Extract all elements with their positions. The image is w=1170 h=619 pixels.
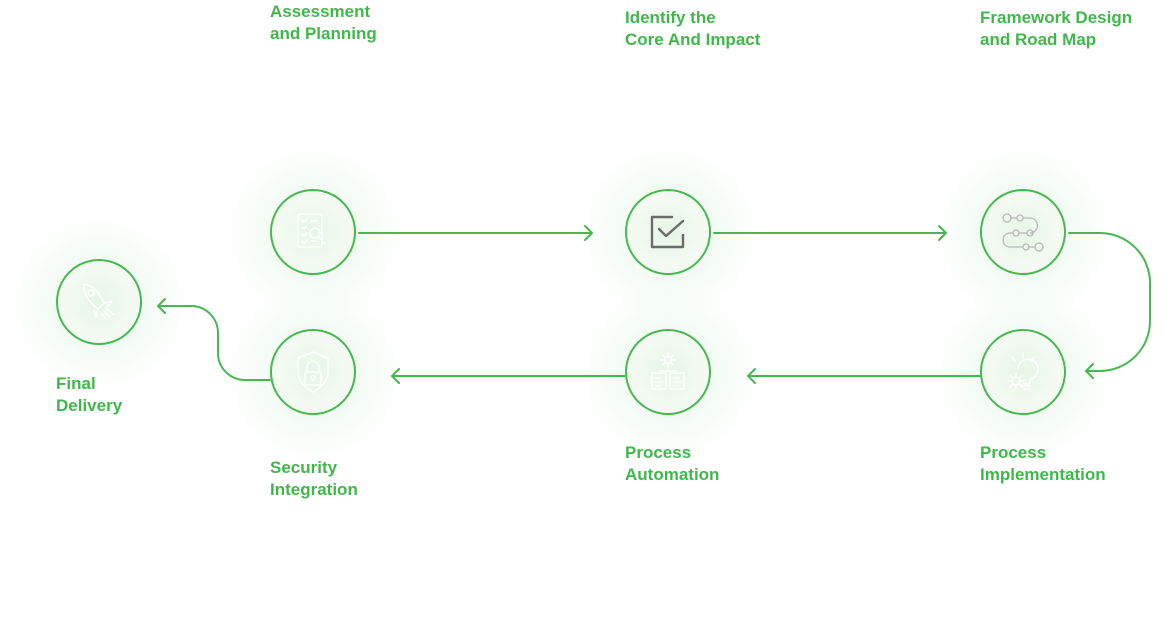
gear-documents-icon bbox=[651, 352, 685, 390]
step-node-framework[interactable] bbox=[980, 189, 1066, 275]
step-node-assessment[interactable] bbox=[270, 189, 356, 275]
step-label-automation: Process Automation bbox=[625, 443, 720, 484]
step-label-identify: Identify the Core And Impact bbox=[625, 8, 761, 49]
flow-connectors bbox=[157, 225, 1151, 384]
step-label-implementation: Process Implementation bbox=[980, 443, 1106, 484]
step-label-delivery: Final Delivery bbox=[56, 374, 123, 415]
gear-lightbulb-icon bbox=[1007, 352, 1039, 390]
step-label-assessment: Assessment and Planning bbox=[270, 2, 377, 43]
step-label-security: Security Integration bbox=[270, 458, 358, 499]
checkbox-checked-icon bbox=[650, 215, 685, 249]
step-node-delivery[interactable] bbox=[56, 259, 142, 345]
connector-security-delivery bbox=[157, 305, 271, 381]
step-node-security[interactable] bbox=[270, 329, 356, 415]
step-node-implementation[interactable] bbox=[980, 329, 1066, 415]
roadmap-path-icon bbox=[1002, 213, 1044, 252]
step-node-automation[interactable] bbox=[625, 329, 711, 415]
shield-lock-icon bbox=[297, 351, 329, 393]
connector-framework-implementation bbox=[1068, 232, 1151, 372]
rocket-icon bbox=[83, 283, 115, 320]
step-node-identify[interactable] bbox=[625, 189, 711, 275]
step-label-framework: Framework Design and Road Map bbox=[980, 8, 1133, 49]
checklist-magnifier-icon bbox=[297, 213, 326, 248]
